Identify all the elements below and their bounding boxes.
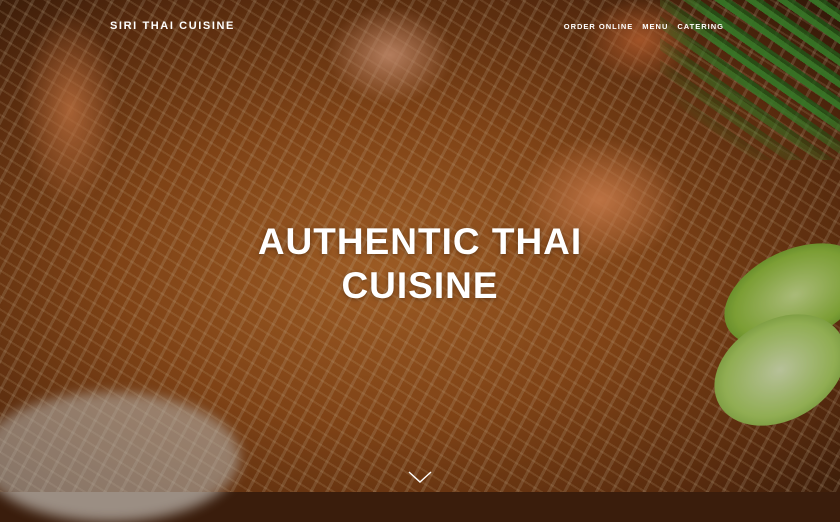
nav-order-online[interactable]: ORDER ONLINE — [564, 22, 634, 31]
chevron-down-icon[interactable] — [408, 470, 432, 484]
main-nav: ORDER ONLINE MENU CATERING — [564, 22, 724, 31]
hero-headline-line1: AUTHENTIC THAI — [257, 221, 583, 262]
nav-catering[interactable]: CATERING — [677, 22, 724, 31]
hero-headline: AUTHENTIC THAI CUISINE — [0, 220, 840, 308]
hero-headline-line2: CUISINE — [341, 265, 499, 306]
nav-menu[interactable]: MENU — [642, 22, 668, 31]
site-logo[interactable]: SIRI THAI CUISINE — [110, 20, 235, 32]
